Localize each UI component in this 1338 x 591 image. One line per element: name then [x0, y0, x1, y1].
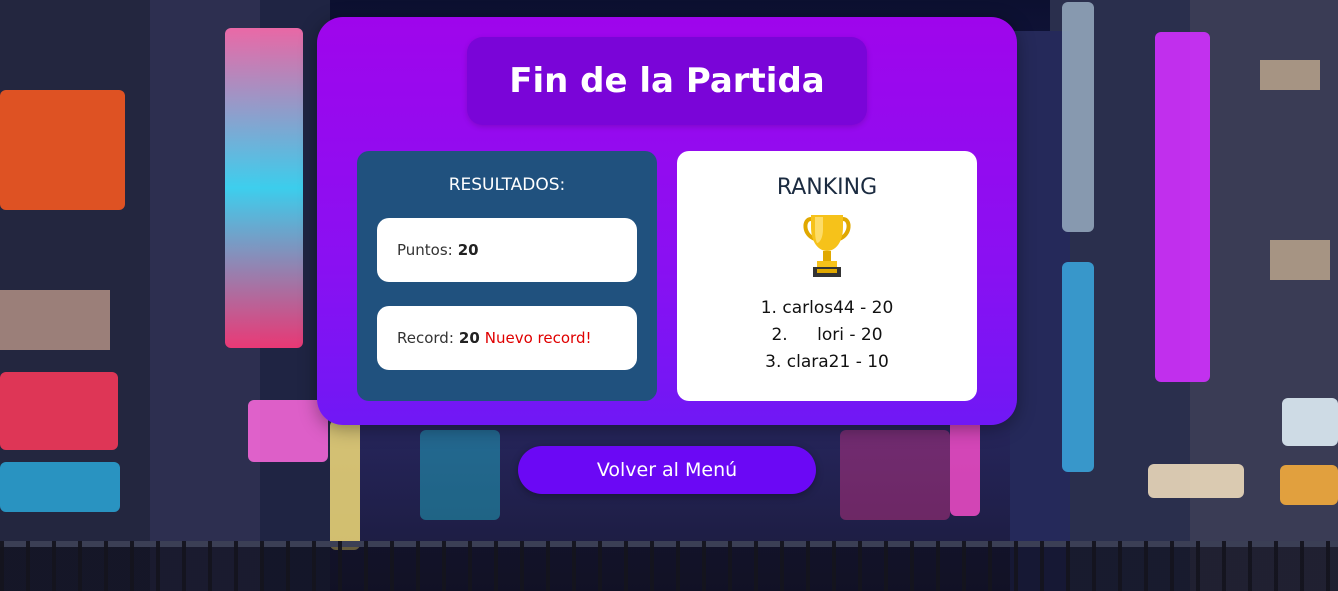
points-value: 20: [457, 241, 479, 259]
record-label: Record:: [397, 329, 454, 347]
points-box: Puntos: 20: [377, 218, 637, 282]
ranking-position: 3.: [765, 352, 782, 372]
results-panel: RESULTADOS: Puntos: 20 Record: 20 Nuevo …: [357, 151, 657, 401]
ranking-text: carlos44 - 20: [782, 298, 894, 318]
ranking-text: clara21 - 10: [786, 352, 889, 372]
record-value: 20: [458, 329, 480, 347]
ranking-list: 1. carlos44 - 20 2. lori - 20 3. clara21…: [677, 295, 977, 376]
new-record-note: Nuevo record!: [484, 329, 592, 347]
results-heading: RESULTADOS:: [448, 175, 566, 195]
page-title: Fin de la Partida: [509, 61, 825, 101]
title-box: Fin de la Partida: [467, 37, 867, 125]
trophy-icon: [803, 215, 851, 277]
ranking-entry: 1. carlos44 - 20: [677, 295, 977, 322]
points-label: Puntos:: [397, 241, 453, 259]
ranking-entry: 2. lori - 20: [677, 322, 977, 349]
ranking-entry: 3. clara21 - 10: [677, 349, 977, 376]
game-over-card: Fin de la Partida RESULTADOS: Puntos: 20…: [317, 17, 1017, 425]
ranking-position: 1.: [760, 298, 777, 318]
ranking-position: 2.: [771, 325, 788, 345]
record-box: Record: 20 Nuevo record!: [377, 306, 637, 370]
back-to-menu-button[interactable]: Volver al Menú: [518, 446, 816, 494]
game-over-screen: Fin de la Partida RESULTADOS: Puntos: 20…: [0, 0, 1338, 591]
ranking-heading: RANKING: [776, 175, 878, 200]
ranking-panel: RANKING 1. carlos44 - 20 2. lori - 20 3.…: [677, 151, 977, 401]
ranking-text: lori - 20: [817, 325, 883, 345]
